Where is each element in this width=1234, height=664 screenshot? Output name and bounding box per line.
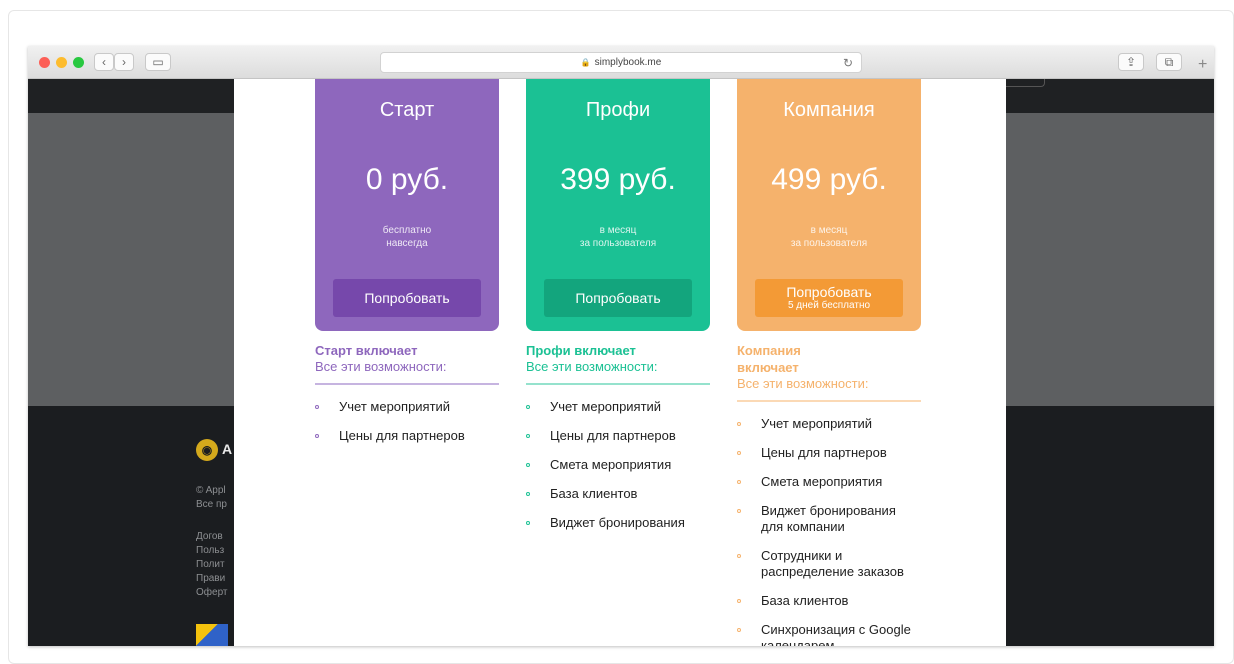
feature-item: Смета мероприятия [737, 474, 921, 490]
divider [315, 383, 499, 385]
zoom-window-button[interactable] [73, 57, 84, 68]
bullet-icon [737, 422, 741, 426]
plan-price: 0 руб. [365, 163, 449, 196]
try-button-start[interactable]: Попробовать [333, 279, 481, 317]
bullet-icon [737, 628, 741, 632]
feature-item: Смета мероприятия [526, 457, 710, 473]
plan-includes-company: Компания включает Все эти возможности: [737, 342, 921, 402]
try-button-label: Попробовать [786, 284, 872, 300]
plan-includes-pro: Профи включает Все эти возможности: [526, 342, 710, 385]
bullet-icon [737, 451, 741, 455]
pricing-modal: Старт 0 руб. бесплатно навсегда Попробова… [234, 79, 1006, 646]
feature-item: Виджет бронирования [526, 515, 710, 531]
footer-badge-icon [196, 624, 228, 646]
try-button-sublabel: 5 дней бесплатно [787, 300, 871, 311]
try-button-label: Попробовать [575, 289, 661, 306]
reload-icon[interactable]: ↻ [843, 56, 853, 70]
tabs-icon: ⧉ [1164, 54, 1174, 69]
plan-price: 499 руб. [771, 163, 887, 196]
bullet-icon [737, 554, 741, 558]
plan-note: бесплатно навсегда [382, 225, 432, 249]
close-window-button[interactable] [39, 57, 50, 68]
feature-list-pro: Учет мероприятий Цены для партнеров Смет… [526, 399, 710, 531]
feature-item: Учет мероприятий [526, 399, 710, 415]
includes-subtitle: Все эти возможности: [526, 359, 658, 374]
feature-item: База клиентов [737, 593, 921, 609]
share-button[interactable]: ⇪ [1118, 53, 1144, 71]
includes-title: Компания включает [737, 343, 801, 375]
site-logo-text: A [222, 441, 233, 457]
footer-rights: Все пр [196, 499, 227, 510]
plan-card-pro: Профи 399 руб. в месяц за пользователя По… [526, 79, 710, 331]
feature-item: База клиентов [526, 486, 710, 502]
tabs-button[interactable]: ⧉ [1156, 53, 1182, 71]
sidebar-button[interactable]: ▭ [145, 53, 171, 71]
footer-link[interactable]: Оферт [196, 586, 228, 600]
forward-button[interactable]: › [114, 53, 134, 71]
plan-name: Старт [379, 99, 435, 121]
feature-item: Цены для партнеров [526, 428, 710, 444]
sidebar-icon: ▭ [152, 55, 164, 69]
includes-subtitle: Все эти возможности: [737, 376, 869, 391]
includes-subtitle: Все эти возможности: [315, 359, 447, 374]
bullet-icon [737, 599, 741, 603]
chevron-left-icon: ‹ [102, 55, 106, 69]
try-button-label: Попробовать [364, 289, 450, 306]
new-tab-button[interactable]: + [1198, 56, 1207, 74]
plan-name: Профи [585, 99, 651, 121]
bullet-icon [526, 492, 530, 496]
plan-name: Компания [783, 99, 875, 121]
includes-title: Старт включает [315, 343, 418, 358]
includes-title: Профи включает [526, 343, 636, 358]
plan-card-company: Компания 499 руб. в месяц за пользователя… [737, 79, 921, 331]
plan-includes-start: Старт включает Все эти возможности: [315, 342, 499, 385]
footer-link[interactable]: Полит [196, 558, 225, 572]
site-logo-icon: ◉ [196, 439, 218, 461]
try-button-company[interactable]: Попробовать 5 дней бесплатно [755, 279, 903, 317]
feature-item: Сотрудники и распределение заказов [737, 548, 921, 580]
feature-item: Учет мероприятий [737, 416, 921, 432]
bullet-icon [315, 405, 319, 409]
footer-link[interactable]: Догов [196, 530, 223, 544]
browser-toolbar: ‹ › ▭ 🔒 simplybook.me ↻ ⇪ ⧉ + [28, 46, 1214, 79]
feature-list-company: Учет мероприятий Цены для партнеров Смет… [737, 416, 921, 646]
lock-icon: 🔒 [580, 58, 591, 67]
plan-note: в месяц за пользователя [579, 225, 657, 249]
plan-note: в месяц за пользователя [790, 225, 868, 249]
url-text: simplybook.me [594, 57, 662, 68]
feature-item: Цены для партнеров [737, 445, 921, 461]
bullet-icon [526, 434, 530, 438]
plan-card-start: Старт 0 руб. бесплатно навсегда Попробова… [315, 79, 499, 331]
browser-window: ‹ › ▭ 🔒 simplybook.me ↻ ⇪ ⧉ + ◉ A © Appl… [28, 46, 1214, 646]
bullet-icon [526, 521, 530, 525]
feature-item: Виджет бронирования для компании [737, 503, 921, 535]
minimize-window-button[interactable] [56, 57, 67, 68]
bullet-icon [737, 509, 741, 513]
footer-copyright: © Appl [196, 485, 226, 496]
bullet-icon [315, 434, 319, 438]
feature-item: Учет мероприятий [315, 399, 499, 415]
chevron-right-icon: › [122, 55, 126, 69]
footer-link[interactable]: Польз [196, 544, 224, 558]
divider [526, 383, 710, 385]
feature-item: Синхронизация с Google календарем [737, 622, 921, 646]
feature-item: Цены для партнеров [315, 428, 499, 444]
bullet-icon [526, 405, 530, 409]
bullet-icon [526, 463, 530, 467]
footer-link[interactable]: Прави [196, 572, 225, 586]
divider [737, 400, 921, 402]
back-button[interactable]: ‹ [94, 53, 114, 71]
plan-price: 399 руб. [560, 163, 676, 196]
bullet-icon [737, 480, 741, 484]
try-button-pro[interactable]: Попробовать [544, 279, 692, 317]
share-icon: ⇪ [1125, 55, 1137, 69]
address-bar[interactable]: 🔒 simplybook.me ↻ [380, 52, 862, 73]
feature-list-start: Учет мероприятий Цены для партнеров [315, 399, 499, 444]
